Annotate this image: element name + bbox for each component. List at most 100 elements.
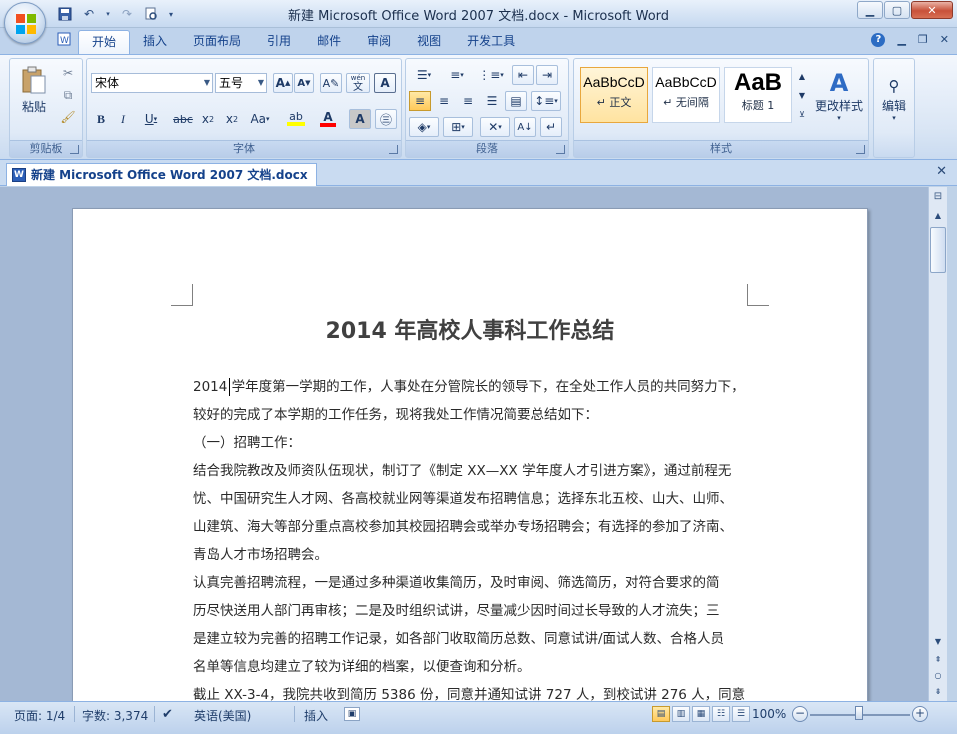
select-browse-object-icon[interactable]: ○	[930, 669, 946, 683]
tab-references[interactable]: 引用	[254, 30, 304, 54]
font-color-button[interactable]: A	[313, 109, 343, 129]
font-launcher-icon[interactable]	[389, 145, 398, 154]
language-status[interactable]: 英语(美国)	[194, 707, 251, 724]
macro-record-icon[interactable]: ▣	[344, 707, 360, 721]
change-styles-label: 更改样式	[814, 98, 863, 113]
close-document-icon[interactable]: ✕	[936, 164, 947, 179]
page-count-status[interactable]: 页面: 1/4	[14, 707, 65, 724]
scrollbar-thumb[interactable]	[930, 227, 946, 273]
maximize-button[interactable]: ▢	[884, 1, 910, 19]
bullets-button[interactable]: ☰ ▾	[409, 65, 439, 85]
change-case-button[interactable]: Aa ▾	[245, 109, 275, 129]
web-layout-view-button[interactable]: ▦	[692, 706, 710, 722]
format-painter-icon[interactable]: 🖌	[58, 107, 78, 127]
styles-scroll-up-icon[interactable]: ▲	[796, 67, 808, 85]
align-right-button[interactable]: ≡	[457, 91, 479, 111]
close-window-button[interactable]: ✕	[911, 1, 953, 19]
tab-insert[interactable]: 插入	[130, 30, 180, 54]
clear-formatting-button[interactable]: A✎	[320, 73, 342, 93]
tab-mailings[interactable]: 邮件	[304, 30, 354, 54]
styles-launcher-icon[interactable]	[856, 145, 865, 154]
multilevel-list-button[interactable]: ⋮≡ ▾	[476, 65, 506, 85]
style-no-spacing[interactable]: AaBbCcD ↵ 无间隔	[652, 67, 720, 123]
office-button[interactable]	[4, 2, 46, 44]
binoculars-icon: ⚲	[888, 76, 900, 95]
next-page-icon[interactable]: ⇟	[930, 685, 946, 699]
align-left-button[interactable]: ≡	[409, 91, 431, 111]
character-border-button[interactable]: A	[374, 73, 396, 93]
cut-icon[interactable]: ✂	[58, 63, 78, 83]
styles-scroll-down-icon[interactable]: ▼	[796, 86, 808, 104]
italic-button[interactable]: I	[113, 109, 133, 129]
view-ruler-icon[interactable]: ⊟	[931, 191, 945, 205]
font-size-combo[interactable]: 五号 ▼	[215, 73, 267, 93]
styles-more-icon[interactable]: ⊻	[796, 105, 808, 123]
decrease-indent-button[interactable]: ⇤	[512, 65, 534, 85]
minimize-button[interactable]: ▁	[857, 1, 883, 19]
word-count-status[interactable]: 字数: 3,374	[82, 707, 148, 724]
full-screen-reading-view-button[interactable]: ▥	[672, 706, 690, 722]
line-spacing-button[interactable]: ↕≡ ▾	[531, 91, 561, 111]
print-layout-view-button[interactable]: ▤	[652, 706, 670, 722]
font-group-label: 字体	[87, 140, 401, 157]
shading-button[interactable]: ◈ ▾	[409, 117, 439, 137]
vertical-scrollbar[interactable]: ⊟ ▲ ▼ ⇞ ○ ⇟	[928, 187, 947, 701]
superscript-button[interactable]: x2	[221, 109, 243, 129]
status-divider	[294, 706, 295, 722]
bold-button[interactable]: B	[91, 109, 111, 129]
character-shading-button[interactable]: A	[349, 109, 371, 129]
zoom-out-icon[interactable]: −	[792, 706, 808, 722]
sort-button[interactable]: A↓	[514, 117, 536, 137]
align-center-button[interactable]: ≡	[433, 91, 455, 111]
draft-view-button[interactable]: ☰	[732, 706, 750, 722]
ribbon-restore-icon[interactable]: ❐	[918, 33, 928, 47]
tab-review[interactable]: 审阅	[354, 30, 404, 54]
zoom-level[interactable]: 100%	[752, 707, 786, 721]
zoom-slider-thumb[interactable]	[855, 706, 863, 720]
justify-button[interactable]: ☰	[481, 91, 503, 111]
tab-developer[interactable]: 开发工具	[454, 30, 528, 54]
document-tab[interactable]: W 新建 Microsoft Office Word 2007 文档.docx	[6, 163, 317, 186]
phonetic-guide-button[interactable]: wén 文	[346, 73, 370, 93]
copy-icon[interactable]: ⧉	[58, 85, 78, 105]
editing-group: ⚲ 编辑 ▾	[873, 58, 915, 158]
outline-view-button[interactable]: ☷	[712, 706, 730, 722]
strikethrough-button[interactable]: abc	[171, 109, 195, 129]
scroll-down-icon[interactable]: ▼	[930, 635, 946, 649]
numbering-button[interactable]: ≡ ▾	[442, 65, 472, 85]
insert-mode-status[interactable]: 插入	[304, 707, 328, 724]
window-controls: ▁ ▢ ✕	[857, 1, 953, 19]
tab-view[interactable]: 视图	[404, 30, 454, 54]
help-icon[interactable]: ?	[871, 33, 886, 47]
paragraph-launcher-icon[interactable]	[556, 145, 565, 154]
zoom-in-icon[interactable]: +	[912, 706, 928, 722]
ribbon-minimize-icon[interactable]: ▁	[897, 33, 905, 47]
previous-page-icon[interactable]: ⇞	[930, 653, 946, 667]
style-normal[interactable]: AaBbCcD ↵ 正文	[580, 67, 648, 123]
document-line: 结合我院教改及师资队伍现状，制订了《制定 XX—XX 学年度人才引进方案》，通过…	[193, 463, 732, 479]
font-name-combo[interactable]: 宋体 ▼	[91, 73, 213, 93]
clipboard-launcher-icon[interactable]	[70, 145, 79, 154]
scroll-up-icon[interactable]: ▲	[930, 209, 946, 223]
editing-button[interactable]: ⚲ 编辑 ▾	[876, 63, 912, 133]
ribbon-close-icon[interactable]: ✕	[940, 33, 949, 47]
increase-indent-button[interactable]: ⇥	[536, 65, 558, 85]
show-paragraph-marks-button[interactable]: ↵	[540, 117, 562, 137]
proofing-icon[interactable]: ✔	[162, 707, 173, 722]
document-page[interactable]: 2014 年高校人事科工作总结 2014 学年度第一学期的工作，人事处在分管院长…	[72, 208, 868, 701]
paste-button[interactable]: 粘贴	[14, 61, 54, 119]
subscript-button[interactable]: x2	[197, 109, 219, 129]
chinese-layout-button[interactable]: ✕ ▾	[480, 117, 510, 137]
text-highlight-button[interactable]: ab	[281, 109, 311, 129]
tab-page-layout[interactable]: 页面布局	[180, 30, 254, 54]
tab-home[interactable]: 开始	[78, 30, 131, 54]
shrink-font-button[interactable]: A ▼	[294, 73, 314, 93]
document-body[interactable]: 2014 学年度第一学期的工作，人事处在分管院长的领导下，在全处工作人员的共同努…	[193, 373, 761, 701]
grow-font-button[interactable]: A ▲	[273, 73, 293, 93]
underline-button[interactable]: U ▾	[137, 109, 165, 129]
change-styles-button[interactable]: A 更改样式 ▾	[812, 63, 866, 127]
enclose-characters-button[interactable]: ㊂	[375, 109, 397, 129]
borders-button[interactable]: ⊞ ▾	[443, 117, 473, 137]
distributed-button[interactable]: ▤	[505, 91, 527, 111]
style-heading-1[interactable]: AaB 标题 1	[724, 67, 792, 123]
